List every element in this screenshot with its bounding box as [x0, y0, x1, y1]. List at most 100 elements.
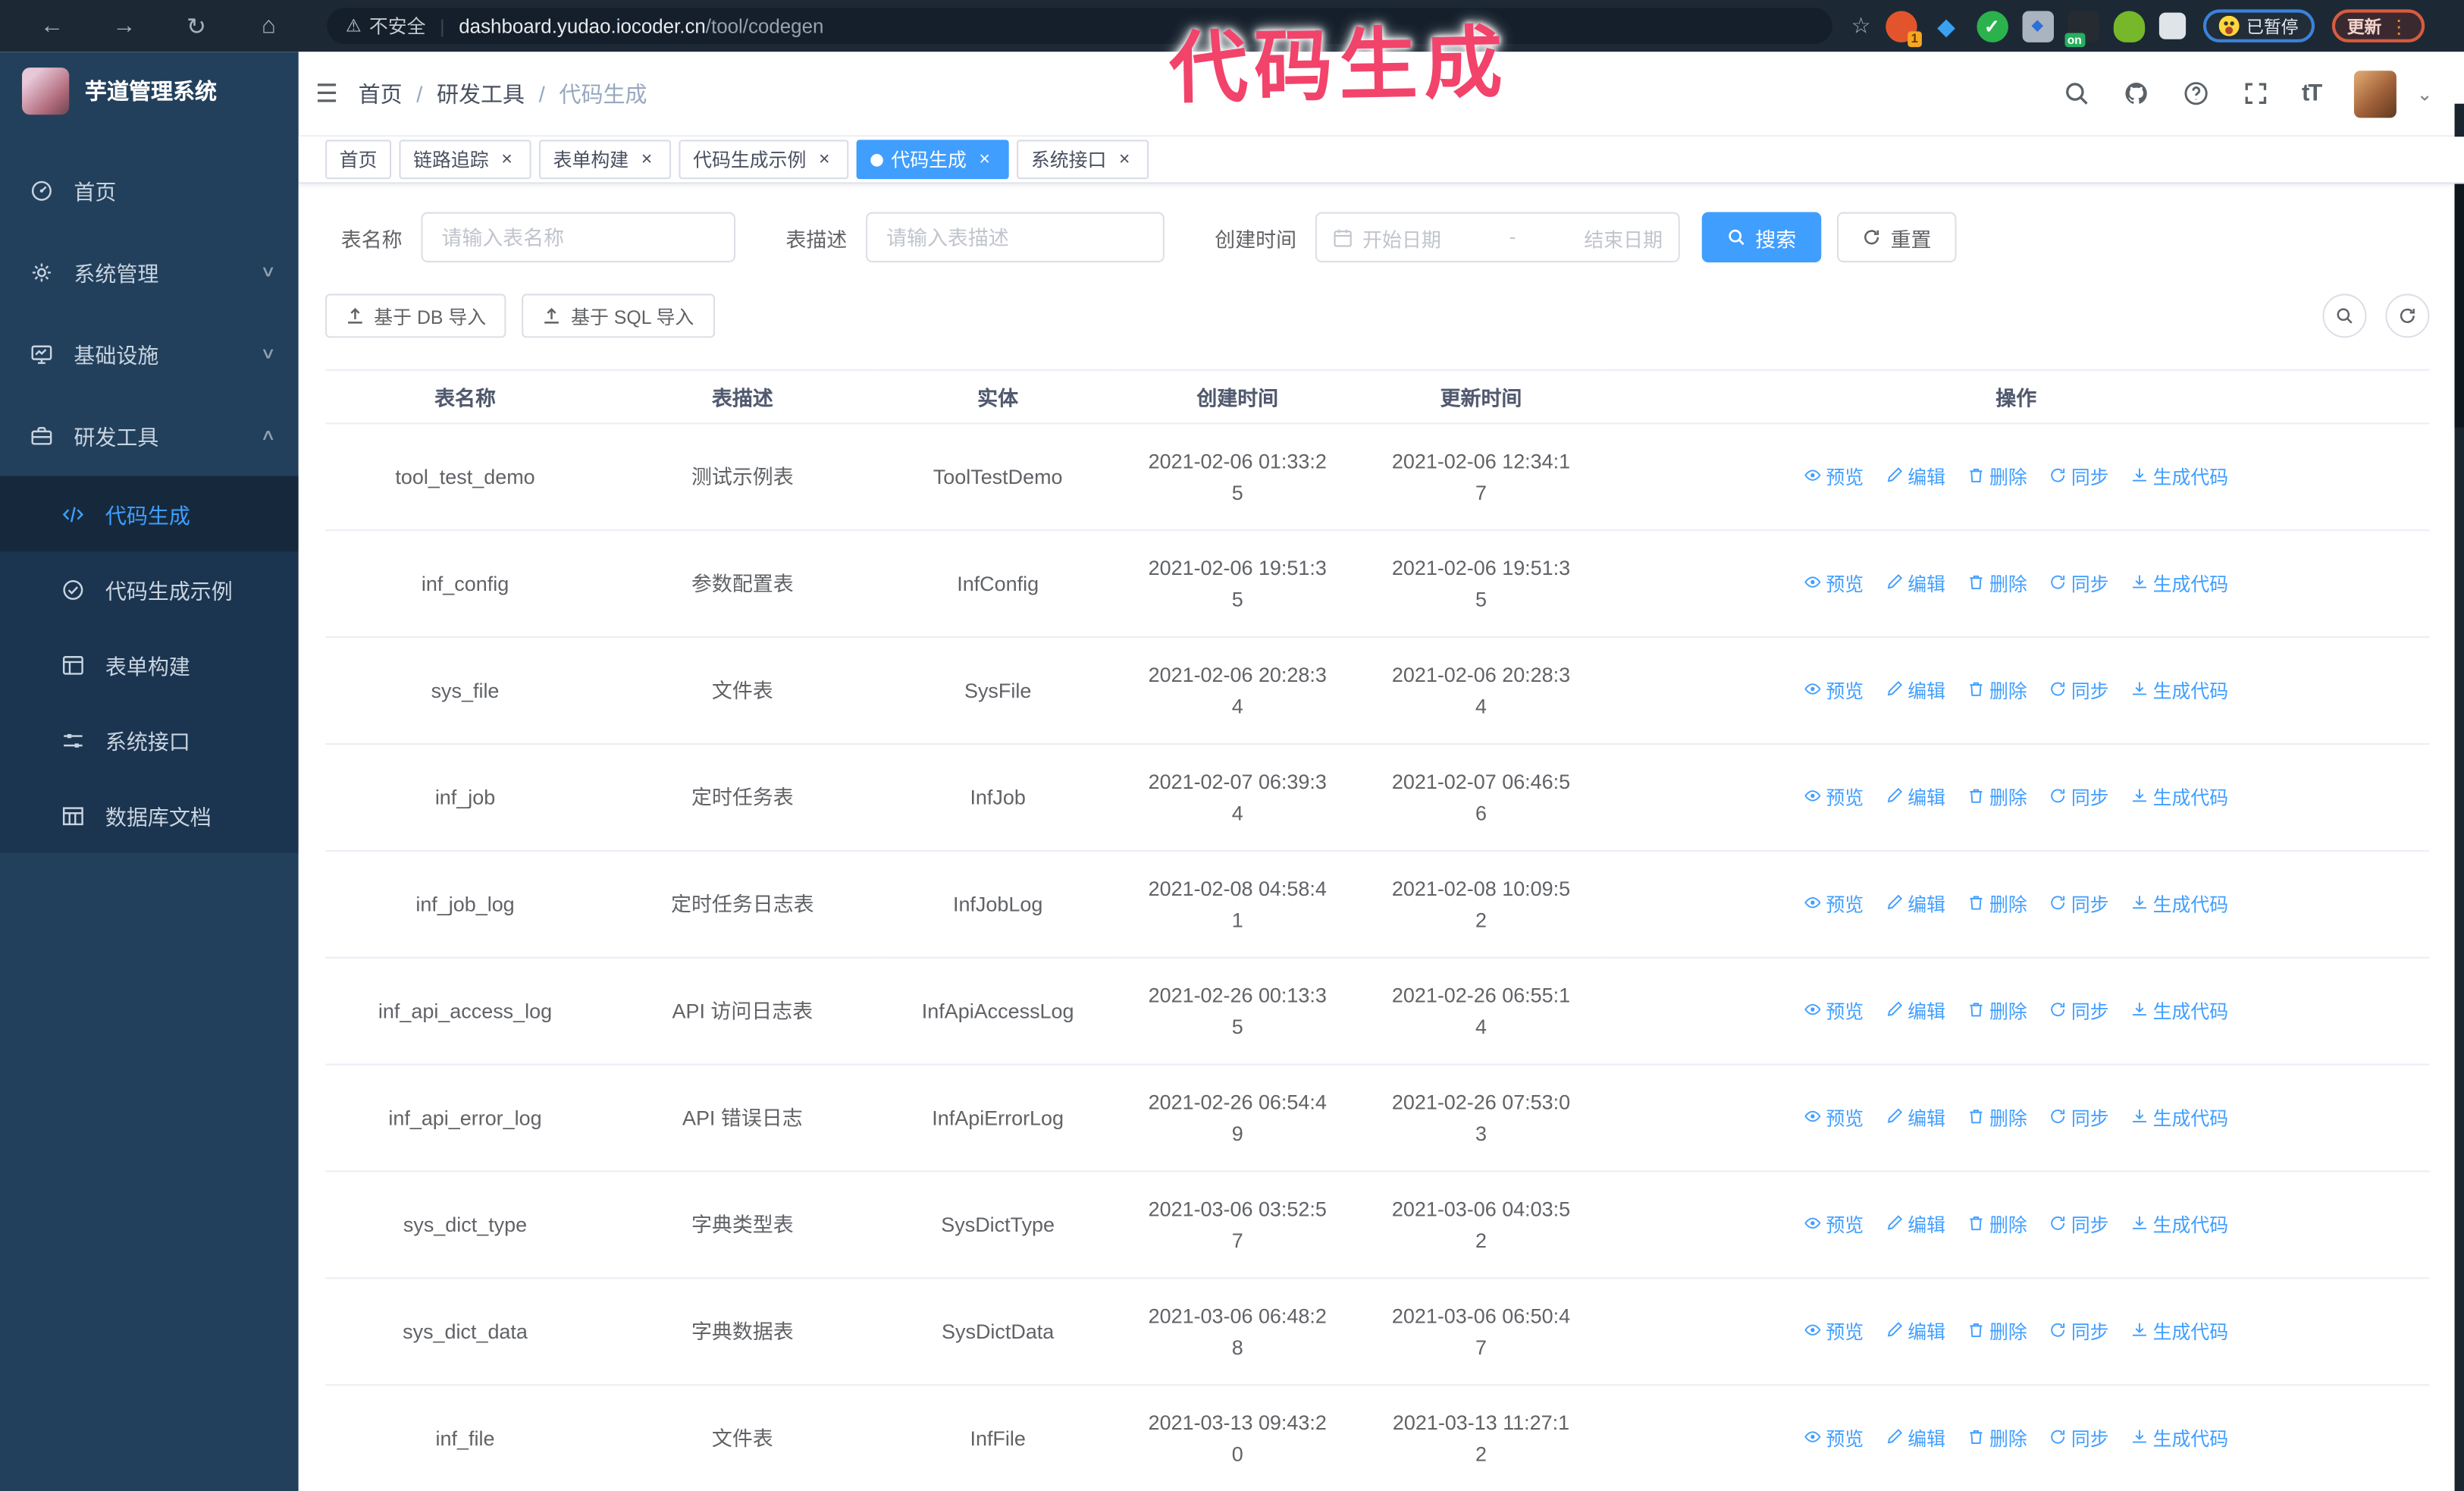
generate-code-link[interactable]: 生成代码	[2131, 783, 2228, 811]
preview-link[interactable]: 预览	[1804, 1211, 1864, 1239]
close-icon[interactable]: ×	[814, 149, 835, 170]
reset-button[interactable]: 重置	[1837, 212, 1957, 262]
url-domain[interactable]: dashboard.yudao.iocoder.cn	[459, 15, 706, 37]
edit-link[interactable]: 编辑	[1886, 1104, 1945, 1132]
sync-link[interactable]: 同步	[2049, 1425, 2109, 1453]
sync-link[interactable]: 同步	[2049, 890, 2109, 918]
tab-4[interactable]: 代码生成 ×	[856, 140, 1009, 180]
extensions-puzzle-icon[interactable]	[2158, 12, 2186, 39]
delete-link[interactable]: 删除	[1967, 570, 2027, 598]
edit-link[interactable]: 编辑	[1886, 1211, 1945, 1239]
forward-icon[interactable]: →	[105, 13, 143, 39]
preview-link[interactable]: 预览	[1804, 463, 1864, 491]
generate-code-link[interactable]: 生成代码	[2131, 890, 2228, 918]
extension-fehelper-icon[interactable]: 1	[1885, 10, 1922, 47]
preview-link[interactable]: 预览	[1804, 997, 1864, 1025]
bookmark-star-icon[interactable]: ☆	[1851, 13, 1871, 39]
sync-link[interactable]: 同步	[2049, 997, 2109, 1025]
generate-code-link[interactable]: 生成代码	[2131, 1211, 2228, 1239]
avatar-caret-icon[interactable]: ⌄	[2417, 83, 2433, 105]
import-sql-button[interactable]: 基于 SQL 导入	[522, 293, 715, 338]
home-icon[interactable]: ⌂	[250, 13, 288, 39]
back-icon[interactable]: ←	[33, 13, 71, 39]
sync-link[interactable]: 同步	[2049, 1318, 2109, 1346]
browser-menu-icon[interactable]: ⋮	[2390, 15, 2409, 37]
import-db-button[interactable]: 基于 DB 导入	[325, 293, 507, 338]
sync-link[interactable]: 同步	[2049, 1104, 2109, 1132]
sync-link[interactable]: 同步	[2049, 463, 2109, 491]
delete-link[interactable]: 删除	[1967, 1211, 2027, 1239]
delete-link[interactable]: 删除	[1967, 463, 2027, 491]
sync-link[interactable]: 同步	[2049, 570, 2109, 598]
tab-3[interactable]: 代码生成示例 ×	[679, 140, 849, 180]
preview-link[interactable]: 预览	[1804, 676, 1864, 705]
security-warning-label[interactable]: 不安全	[369, 13, 426, 39]
hamburger-icon[interactable]: ☰	[311, 78, 342, 109]
delete-link[interactable]: 删除	[1967, 890, 2027, 918]
edit-link[interactable]: 编辑	[1886, 783, 1945, 811]
sync-link[interactable]: 同步	[2049, 783, 2109, 811]
extension-check-icon[interactable]: ✓	[1976, 10, 2008, 42]
tab-5[interactable]: 系统接口 ×	[1017, 140, 1149, 180]
preview-link[interactable]: 预览	[1804, 890, 1864, 918]
edit-link[interactable]: 编辑	[1886, 570, 1945, 598]
toggle-search-button[interactable]	[2322, 293, 2367, 338]
preview-link[interactable]: 预览	[1804, 783, 1864, 811]
delete-link[interactable]: 删除	[1967, 997, 2027, 1025]
tab-1[interactable]: 链路追踪 ×	[399, 140, 531, 180]
edit-link[interactable]: 编辑	[1886, 676, 1945, 705]
url-path[interactable]: /tool/codegen	[706, 15, 824, 37]
start-date-placeholder[interactable]: 开始日期	[1362, 222, 1441, 252]
preview-link[interactable]: 预览	[1804, 570, 1864, 598]
delete-link[interactable]: 删除	[1967, 1104, 2027, 1132]
generate-code-link[interactable]: 生成代码	[2131, 676, 2228, 705]
generate-code-link[interactable]: 生成代码	[2131, 1318, 2228, 1346]
reload-icon[interactable]: ↻	[177, 12, 215, 40]
address-bar[interactable]: ⚠ 不安全 | dashboard.yudao.iocoder.cn/tool/…	[327, 8, 1832, 45]
breadcrumb-item-1[interactable]: 研发工具	[437, 78, 525, 109]
fullscreen-icon[interactable]	[2242, 80, 2268, 107]
sidebar-item-infra[interactable]: 基础设施 ∨	[0, 312, 299, 394]
table-name-input[interactable]	[421, 212, 736, 262]
generate-code-link[interactable]: 生成代码	[2131, 1425, 2228, 1453]
sync-link[interactable]: 同步	[2049, 1211, 2109, 1239]
extension-octopus-icon[interactable]	[2112, 10, 2145, 42]
user-avatar[interactable]	[2353, 70, 2397, 118]
tab-0[interactable]: 首页	[325, 140, 392, 180]
security-warning-icon[interactable]: ⚠	[346, 16, 361, 36]
generate-code-link[interactable]: 生成代码	[2131, 997, 2228, 1025]
edit-link[interactable]: 编辑	[1886, 1425, 1945, 1453]
generate-code-link[interactable]: 生成代码	[2131, 570, 2228, 598]
table-desc-input[interactable]	[866, 212, 1165, 262]
edit-link[interactable]: 编辑	[1886, 1318, 1945, 1346]
delete-link[interactable]: 删除	[1967, 1425, 2027, 1453]
sync-link[interactable]: 同步	[2049, 676, 2109, 705]
preview-link[interactable]: 预览	[1804, 1318, 1864, 1346]
delete-link[interactable]: 删除	[1967, 783, 2027, 811]
sidebar-subitem-codegen-demo[interactable]: 代码生成示例	[0, 551, 299, 626]
edit-link[interactable]: 编辑	[1886, 890, 1945, 918]
search-icon[interactable]	[2063, 80, 2089, 107]
extension-switch-icon[interactable]: on	[2064, 10, 2099, 47]
sidebar-subitem-codegen[interactable]: 代码生成	[0, 476, 299, 552]
sidebar-item-home[interactable]: 首页	[0, 149, 299, 231]
edit-link[interactable]: 编辑	[1886, 997, 1945, 1025]
sidebar-subitem-formbuild[interactable]: 表单构建	[0, 627, 299, 702]
refresh-button[interactable]	[2385, 293, 2430, 338]
github-icon[interactable]	[2123, 80, 2149, 107]
help-icon[interactable]	[2182, 80, 2209, 107]
font-size-icon[interactable]: tT	[2302, 80, 2322, 107]
search-button[interactable]: 搜索	[1701, 212, 1822, 262]
sidebar-item-devtools[interactable]: 研发工具 ∧	[0, 394, 299, 476]
sidebar-subitem-api[interactable]: 系统接口	[0, 702, 299, 777]
extension-grid-icon[interactable]: ◆	[2021, 10, 2054, 42]
edit-link[interactable]: 编辑	[1886, 463, 1945, 491]
update-button[interactable]: 更新 ⋮	[2331, 9, 2425, 42]
close-icon[interactable]: ×	[497, 149, 517, 170]
close-icon[interactable]: ×	[1114, 149, 1135, 170]
delete-link[interactable]: 删除	[1967, 1318, 2027, 1346]
end-date-placeholder[interactable]: 结束日期	[1584, 222, 1663, 252]
preview-link[interactable]: 预览	[1804, 1104, 1864, 1132]
sidebar-subitem-dbdoc[interactable]: 数据库文档	[0, 777, 299, 852]
tab-2[interactable]: 表单构建 ×	[539, 140, 672, 180]
